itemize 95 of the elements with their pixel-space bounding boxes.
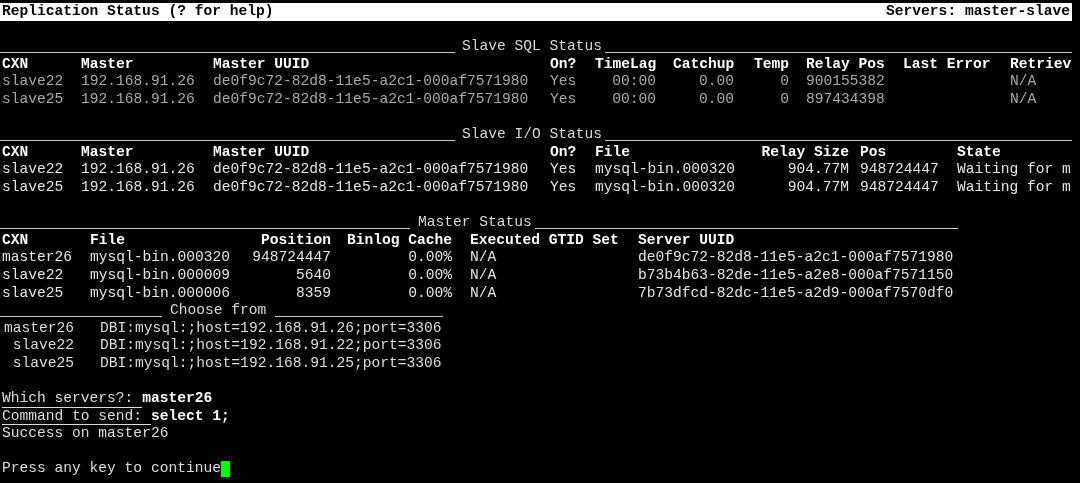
table-cell-text: Yes [550,161,578,179]
table-cell-text: slave25 [2,284,65,303]
column-header: Relay Pos [806,55,886,74]
table-cell-text: 00:00 [611,90,657,109]
table-cell-text: N/A [1010,90,1038,109]
continue-prompt: Press any key to continue [2,460,221,479]
section-title: Choose from [170,302,267,320]
column-header: File [90,231,127,250]
table-cell-text: master26 [2,249,74,267]
table-cell-text: 0.00% [407,284,453,303]
column-header: CXN [2,55,30,74]
table-cell-text: 192.168.91.26 [81,73,196,91]
column-header: Temp [753,55,790,74]
column-header: Position [259,231,332,250]
table-cell-text: 900155382 [806,73,886,91]
table-cell-text: N/A [470,266,498,285]
column-header: CXN [2,143,30,162]
table-cell-text: 904.77M [786,178,850,197]
column-header: Retriev [1010,55,1072,74]
column-header: On? [550,143,578,162]
prompt-label: Command to send: [2,407,151,426]
table-cell-text: b73b4b63-82de-11e5-a2e8-000af7571150 [638,266,955,285]
table-cell-text: Yes [550,178,578,197]
screen-title: Replication Status (? for help) [2,3,274,21]
table-cell-text: 192.168.91.26 [81,90,196,109]
column-header: Server UUID [638,231,736,250]
table-cell-text: Yes [550,90,578,109]
table-cell-text: 7b73dfcd-82dc-11e5-a2d9-000af7570df0 [638,284,955,303]
table-cell-text: slave22 [2,161,65,179]
table-cell-text: 0.00% [407,266,453,285]
table-cell-text: de0f9c72-82d8-11e5-a2c1-000af7571980 [213,90,530,109]
table-cell-text: de0f9c72-82d8-11e5-a2c1-000af7571980 [213,178,530,197]
column-header: Master [81,143,135,162]
column-header: State [957,143,1002,162]
table-cell-text: 0.00% [407,249,453,267]
table-cell-text: mysql-bin.000320 [90,249,232,267]
text-cursor-icon [220,461,230,478]
column-header: Binlog Cache [347,231,454,250]
table-cell-text: 192.168.91.26 [81,161,196,179]
table-cell-text: 948724447 [860,178,940,197]
table-cell-text: mysql-bin.000009 [90,266,232,285]
prompt-label: Which servers?: [2,390,143,408]
table-cell-text: 0.00 [697,73,735,91]
column-header: Relay Size [760,143,850,162]
column-header: On? [550,55,578,74]
table-cell-text: 948724447 [251,249,332,267]
server-group-label: Servers: master-slave [886,3,1070,21]
table-cell: Waiting for m [957,161,1072,179]
table-cell-text: N/A [1010,73,1038,91]
column-header: Last Error [903,55,992,74]
status-message: Success on master26 [2,425,169,442]
table-cell-text: N/A [470,249,498,267]
server-dsn: DBI:mysql:;host=192.168.91.22;port=3306 [100,337,442,355]
table-cell-text: de0f9c72-82d8-11e5-a2c1-000af7571980 [638,249,955,267]
table-cell-text: N/A [470,284,498,303]
column-header: TimeLag [595,55,658,74]
section-title: Slave I/O Status [462,126,603,144]
table-cell-text: slave22 [2,266,65,285]
table-cell-text: slave25 [2,90,65,109]
table-cell-text: 0 [779,90,790,109]
prompt-input-value: master26 [142,390,213,408]
server-dsn: DBI:mysql:;host=192.168.91.25;port=3306 [100,354,442,373]
column-header: CXN [2,231,30,250]
column-header: Pos [860,143,888,162]
table-cell-text: 0.00 [697,90,735,109]
column-header: Master [81,55,135,74]
server-dsn: DBI:mysql:;host=192.168.91.26;port=3306 [100,319,442,338]
table-cell-text: slave22 [2,73,65,91]
table-cell-text: de0f9c72-82d8-11e5-a2c1-000af7571980 [213,73,530,91]
server-name: master26 [2,319,74,338]
table-cell-text: 948724447 [860,161,940,179]
table-cell-text: 5640 [294,266,332,285]
table-cell-text: slave25 [2,178,65,197]
section-title: Slave SQL Status [462,38,603,56]
table-cell-text: 897434398 [806,90,886,109]
server-name: slave25 [11,354,74,373]
table-cell-text: 0 [779,73,790,91]
column-header: Master UUID [213,143,311,162]
table-cell-text: 8359 [294,284,332,303]
table-cell-text: 904.77M [786,161,850,179]
server-name: slave22 [11,337,74,355]
prompt-input-value: select 1; [150,407,230,426]
table-cell-text: de0f9c72-82d8-11e5-a2c1-000af7571980 [213,161,530,179]
column-header: Catchup [673,55,736,74]
column-header: File [595,143,632,162]
table-cell-text: Yes [550,73,578,91]
table-cell: Waiting for m [957,178,1072,197]
table-cell-text: mysql-bin.000320 [595,178,737,197]
section-title: Master Status [418,214,532,232]
column-header: Master UUID [213,55,311,74]
column-header: Executed GTID Set [470,231,620,250]
table-cell-text: mysql-bin.000320 [595,161,737,179]
table-cell-text: 00:00 [611,73,657,91]
table-cell-text: 192.168.91.26 [81,178,196,197]
table-cell-text: mysql-bin.000006 [90,284,232,303]
